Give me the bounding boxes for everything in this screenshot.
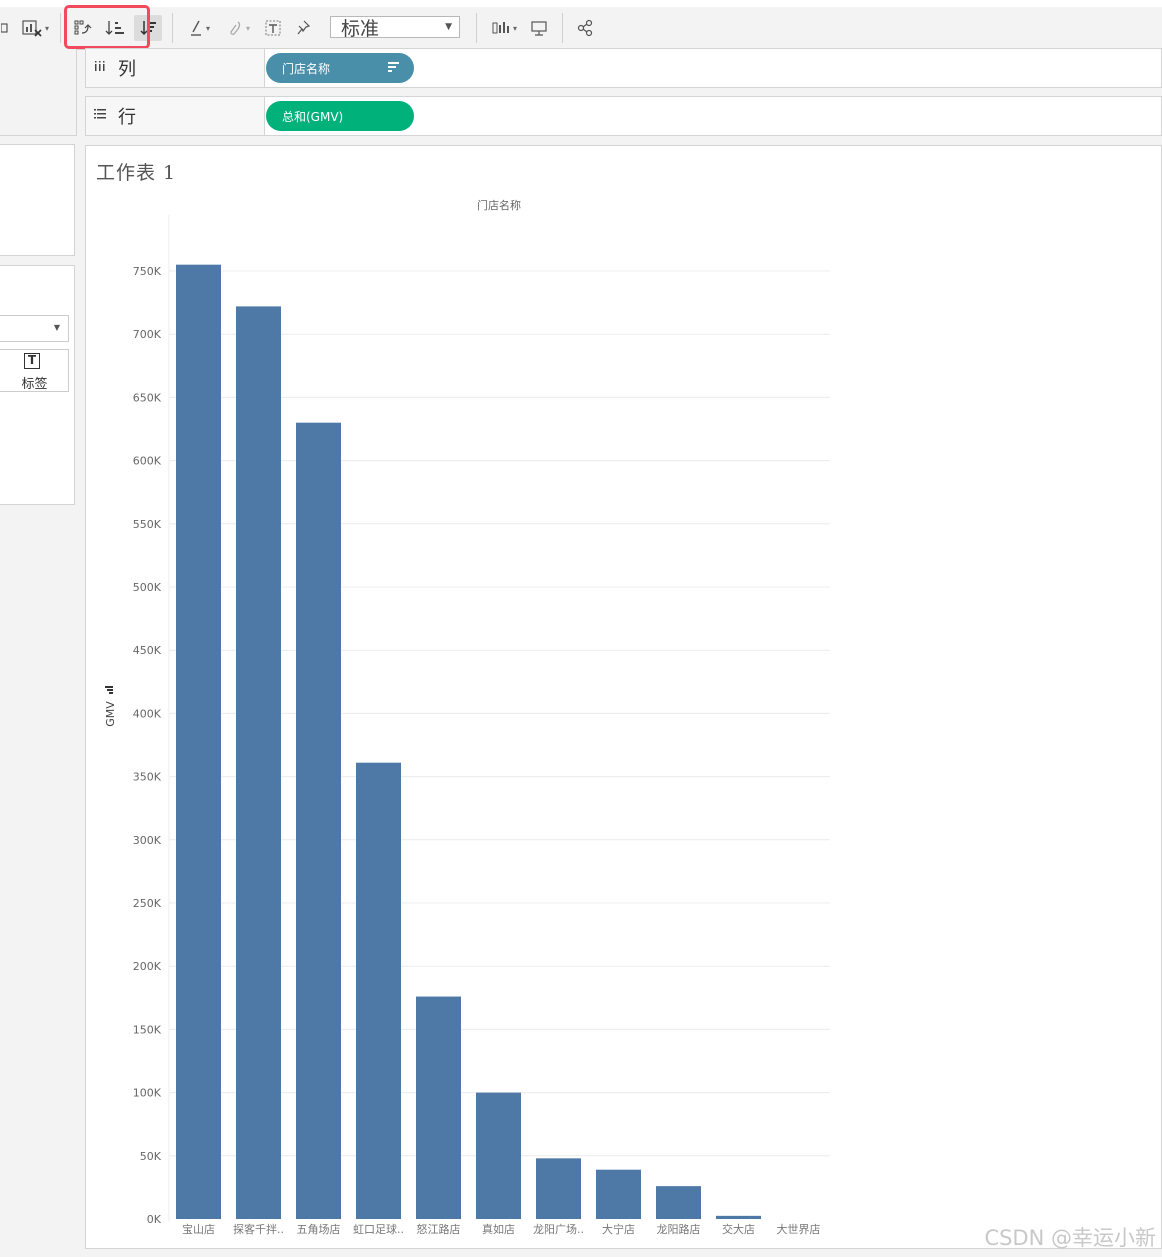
y-tick-label: 300K — [133, 834, 162, 847]
bar — [716, 1215, 761, 1219]
x-tick-label: 大世界店 — [777, 1222, 821, 1236]
rows-pill[interactable]: 总和(GMV) — [266, 101, 414, 131]
bar — [236, 306, 281, 1220]
columns-shelf-text: 列 — [118, 59, 136, 80]
y-tick-label: 200K — [133, 960, 162, 973]
y-tick-label: 150K — [133, 1023, 162, 1036]
y-tick-label: 0K — [147, 1213, 162, 1226]
presentation-mode-icon[interactable] — [528, 15, 550, 41]
fit-select-value: 标准 — [341, 17, 380, 40]
label-icon: T — [24, 353, 40, 369]
columns-icon — [94, 60, 112, 76]
sort-controls-highlight — [64, 5, 150, 49]
x-tick-label: 怒江路店 — [417, 1222, 461, 1236]
highlight-icon[interactable]: ▾ — [184, 15, 214, 41]
y-tick-label: 50K — [140, 1150, 162, 1163]
show-mark-labels-icon[interactable] — [263, 15, 283, 41]
rows-icon — [94, 108, 112, 124]
top-strip — [0, 0, 1162, 7]
label-button[interactable]: T 标签 — [0, 349, 69, 392]
x-tick-label: 大宁店 — [602, 1222, 635, 1236]
y-axis-sort-icon[interactable] — [105, 686, 113, 694]
columns-shelf[interactable]: 列 门店名称 — [85, 48, 1162, 88]
y-tick-label: 100K — [133, 1087, 162, 1100]
watermark: CSDN @幸运小新 — [984, 1226, 1156, 1250]
sort-indicator-icon — [388, 62, 400, 76]
fit-select[interactable]: 标准 ▼ — [330, 16, 460, 40]
y-tick-label: 700K — [133, 328, 162, 341]
bar — [296, 422, 341, 1219]
x-tick-label: 宝山店 — [182, 1222, 215, 1236]
toolbar-partial-icon[interactable] — [0, 15, 10, 41]
x-tick-label: 虹口足球.. — [353, 1222, 404, 1236]
worksheet-title: 工作表 1 — [96, 162, 177, 184]
pin-axes-icon[interactable] — [293, 15, 313, 41]
y-tick-label: 750K — [133, 265, 162, 278]
toolbar: ▾ ▾ ▾ 标准 ▼ ▾ — [0, 7, 1162, 50]
y-axis-title: GMV — [104, 701, 117, 727]
x-tick-label: 交大店 — [722, 1222, 755, 1236]
y-tick-label: 500K — [133, 581, 162, 594]
chevron-down-icon: ▼ — [53, 323, 60, 332]
rows-shelf-text: 行 — [118, 107, 136, 128]
chevron-down-icon: ▼ — [445, 22, 452, 32]
rows-shelf[interactable]: 行 总和(GMV) — [85, 96, 1162, 136]
y-tick-label: 550K — [133, 518, 162, 531]
y-tick-label: 600K — [133, 455, 162, 468]
clear-sheet-icon[interactable]: ▾ — [17, 15, 53, 41]
x-tick-label: 探客千拌.. — [233, 1222, 284, 1236]
bar — [416, 996, 461, 1219]
columns-shelf-label: 列 — [86, 49, 265, 87]
x-tick-label: 龙阳广场.. — [533, 1222, 584, 1236]
show-cards-icon[interactable]: ▾ — [486, 15, 522, 41]
group-members-icon[interactable]: ▾ — [222, 15, 256, 41]
y-tick-label: 250K — [133, 897, 162, 910]
bar — [656, 1186, 701, 1219]
columns-pill-text: 门店名称 — [282, 61, 331, 76]
y-tick-label: 400K — [133, 707, 162, 720]
rows-shelf-label: 行 — [86, 97, 265, 135]
left-panel — [0, 49, 77, 136]
x-axis-title: 门店名称 — [477, 198, 521, 212]
bar — [536, 1158, 581, 1219]
x-tick-label: 真如店 — [482, 1222, 515, 1236]
bar — [596, 1169, 641, 1219]
pages-card — [0, 144, 75, 256]
label-button-text: 标签 — [21, 377, 48, 392]
x-tick-label: 龙阳路店 — [657, 1222, 701, 1236]
mark-type-dropdown[interactable]: ▼ — [0, 315, 69, 342]
bar-chart: 门店名称 0K 50K 100K 150K 200K 250K 300K 350K 400K 450… — [104, 198, 830, 1236]
rows-pill-text: 总和(GMV) — [282, 109, 344, 124]
y-tick-label: 450K — [133, 644, 162, 657]
x-tick-label: 五角场店 — [297, 1222, 341, 1236]
y-tick-label: 650K — [133, 391, 162, 404]
share-icon[interactable] — [574, 15, 596, 41]
y-tick-label: 350K — [133, 771, 162, 784]
bar — [176, 264, 221, 1219]
bar — [476, 1092, 521, 1219]
columns-pill[interactable]: 门店名称 — [266, 53, 414, 83]
bar — [356, 762, 401, 1219]
